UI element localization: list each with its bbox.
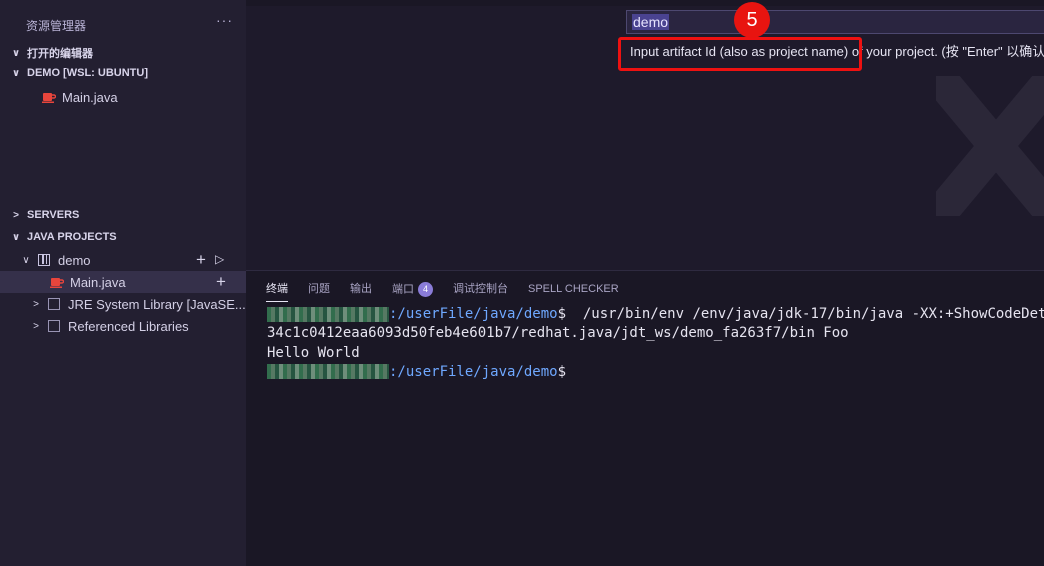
prompt-symbol: $ (557, 306, 567, 322)
chevron-down-icon: ∨ (11, 231, 21, 243)
add-icon[interactable]: + (216, 272, 226, 292)
file-label: Main.java (62, 89, 118, 105)
add-icon[interactable]: + (196, 250, 206, 270)
annotation-step-badge: 5 (734, 2, 770, 38)
library-icon (48, 320, 60, 332)
workspace-section[interactable]: ∨ DEMO [WSL: UBUNTU] (10, 67, 148, 79)
tab-output[interactable]: 输出 (350, 282, 372, 302)
project-item-demo[interactable]: ∨ demo + ▷ (0, 249, 246, 271)
terminal-output[interactable]: :/userFile/java/demo$ /usr/bin/env /env/… (267, 305, 1044, 382)
open-editors-section[interactable]: ∨ 打开的编辑器 (10, 45, 93, 61)
workspace-label: DEMO [WSL: UBUNTU] (27, 67, 148, 79)
tab-terminal[interactable]: 终端 (266, 282, 288, 302)
java-file-icon (50, 276, 64, 288)
chevron-right-icon: > (13, 209, 19, 221)
terminal-command: /usr/bin/env /env/java/jdk-17/bin/java -… (566, 306, 1044, 322)
library-icon (48, 298, 60, 310)
chevron-down-icon: ∨ (11, 47, 21, 59)
prompt-symbol: $ (557, 363, 567, 380)
ports-count-badge: 4 (418, 282, 433, 297)
file-label: Main.java (70, 274, 126, 290)
referenced-label: Referenced Libraries (68, 318, 189, 334)
run-debug-icon[interactable]: ▷ (215, 252, 224, 266)
tab-spell-checker[interactable]: SPELL CHECKER (528, 282, 619, 302)
redacted-user (267, 364, 389, 380)
terminal-output-line: Hello World (267, 344, 360, 361)
panel-divider (246, 270, 1044, 271)
chevron-right-icon: > (33, 298, 39, 310)
ports-label: 端口 (392, 283, 414, 296)
terminal-line: 34c1c0412eaa6093d50feb4e601b7/redhat.jav… (267, 325, 849, 342)
java-file-icon (42, 91, 56, 103)
project-file-main-java[interactable]: Main.java + (0, 271, 246, 293)
project-label: demo (58, 252, 91, 268)
explorer-title: 资源管理器 (26, 19, 87, 33)
jre-library-item[interactable]: > JRE System Library [JavaSE... (0, 293, 246, 315)
redacted-user (267, 306, 389, 322)
servers-section[interactable]: > SERVERS (10, 209, 79, 221)
more-actions-icon[interactable]: ··· (216, 12, 233, 28)
panel-tabs: 终端 问题 输出 端口 4 调试控制台 SPELL CHECKER (266, 282, 639, 302)
chevron-right-icon: > (33, 320, 39, 332)
open-editors-label: 打开的编辑器 (27, 48, 93, 60)
quick-input-field[interactable]: demo (626, 10, 1044, 34)
file-item-main-java[interactable]: Main.java (0, 86, 246, 108)
chevron-down-icon: ∨ (11, 67, 21, 79)
jre-label: JRE System Library [JavaSE... (68, 296, 246, 312)
main-area: demo Input artifact Id (also as project … (246, 0, 1044, 566)
prompt-path: :/userFile/java/demo (389, 306, 558, 322)
java-projects-label: JAVA PROJECTS (27, 231, 117, 243)
tab-problems[interactable]: 问题 (308, 282, 330, 302)
referenced-libraries-item[interactable]: > Referenced Libraries (0, 315, 246, 337)
annotation-highlight-box (618, 37, 862, 71)
watermark-logo-icon (936, 76, 1044, 216)
tab-debug-console[interactable]: 调试控制台 (453, 282, 508, 302)
quick-input-value: demo (632, 14, 670, 30)
java-projects-section[interactable]: ∨ JAVA PROJECTS (10, 231, 117, 243)
project-icon (38, 254, 50, 266)
chevron-down-icon: ∨ (22, 254, 30, 266)
prompt-path: :/userFile/java/demo (389, 363, 558, 380)
explorer-sidebar: 资源管理器 ··· ∨ 打开的编辑器 ∨ DEMO [WSL: UBUNTU] … (0, 0, 246, 566)
tab-ports[interactable]: 端口 4 (392, 282, 433, 302)
servers-label: SERVERS (27, 209, 80, 221)
